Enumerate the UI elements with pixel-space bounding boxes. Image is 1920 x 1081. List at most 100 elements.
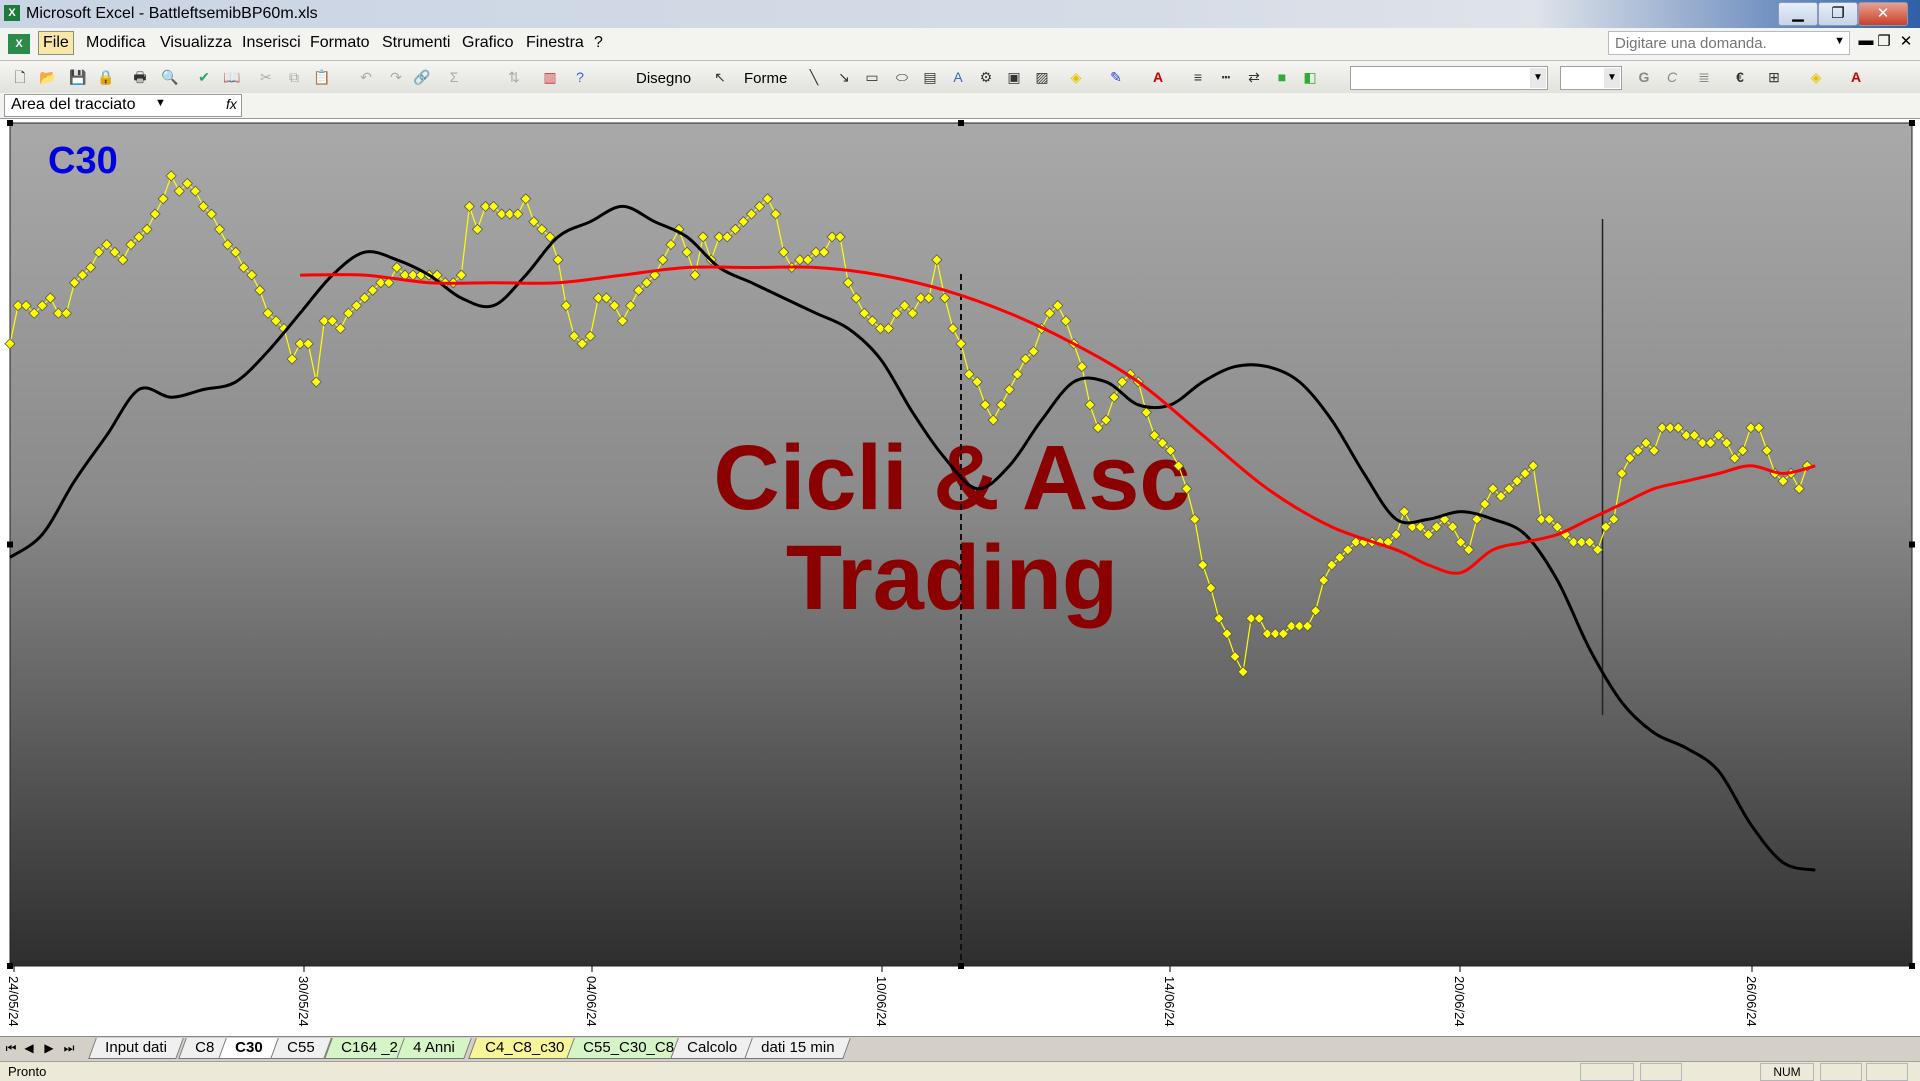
rectangle-icon[interactable]: ▭ [862,67,882,87]
line-color-icon[interactable]: ✎ [1106,67,1126,87]
open-icon[interactable]: 📂 [38,67,58,87]
prev-sheet-button[interactable]: ◀ [22,1041,36,1055]
chart-area[interactable]: Cicli & Asc Trading C30 24/05/24 30/05/24 0… [0,119,1920,1036]
chart-wizard-icon[interactable]: ▥ [540,67,560,87]
last-sheet-button[interactable]: ⏭ [62,1041,76,1056]
cut-icon[interactable]: ✂ [256,67,276,87]
help-icon[interactable]: ? [570,67,590,87]
x-tick-label: 30/05/24 [296,976,311,1027]
research-icon[interactable]: 📖 [222,67,242,87]
menu-file[interactable]: File [38,31,74,55]
align-icon[interactable]: ≣ [1694,67,1714,87]
hyperlink-icon[interactable]: 🔗 [412,67,432,87]
chevron-down-icon[interactable]: ▼ [1530,68,1546,88]
next-sheet-button[interactable]: ▶ [42,1041,56,1055]
print-icon[interactable]: 🖶 [130,67,150,87]
bold-button[interactable]: G [1634,67,1654,87]
chart-title: C30 [48,140,118,182]
new-icon[interactable]: 🗋 [10,67,30,87]
fill-color-icon-2[interactable]: ◈ [1806,67,1826,87]
3d-icon[interactable]: ◧ [1300,67,1320,87]
font-color-icon[interactable]: A [1148,67,1168,87]
status-bar: Pronto NUM [0,1061,1920,1081]
minimize-button[interactable]: ▁ [1778,2,1818,26]
fill-color-icon[interactable]: ◈ [1066,67,1086,87]
copy-icon[interactable]: ⧉ [284,67,304,87]
autosum-icon[interactable]: Σ [444,67,464,87]
chart-svg[interactable]: Cicli & AscTrading C30 24/05/24 30/05/24 0… [0,119,1920,1036]
menu-inserisci[interactable]: Inserisci [242,34,301,52]
menu-strumenti[interactable]: Strumenti [382,34,450,52]
help-search-input[interactable] [1609,32,1827,54]
save-icon[interactable]: 💾 [68,67,88,87]
sheet-tab-label: C4_C8_c30 [485,1039,565,1056]
selection-handle[interactable] [958,963,964,969]
clipart-icon[interactable]: ▣ [1004,67,1024,87]
chevron-down-icon[interactable]: ▼ [1604,68,1620,88]
x-tick-label: 20/06/24 [1452,976,1467,1027]
doc-minimize-button[interactable]: ▬ [1856,32,1876,49]
font-color-icon-2[interactable]: A [1846,67,1866,87]
selection-handle[interactable] [7,963,13,969]
status-panel-empty [1866,1063,1908,1081]
euro-button[interactable]: € [1730,67,1750,87]
excel-icon[interactable]: X [4,5,20,21]
maximize-button[interactable]: ❐ [1818,2,1858,26]
picture-icon[interactable]: ▨ [1032,67,1052,87]
selection-handle[interactable] [7,120,13,126]
menu-grafico[interactable]: Grafico [462,34,514,52]
undo-icon[interactable]: ↶ [356,67,376,87]
sheet-tab[interactable]: C55 [270,1038,332,1059]
textbox-icon[interactable]: ▤ [920,67,940,87]
sheet-tab[interactable]: 4 Anni [396,1038,472,1059]
doc-restore-button[interactable]: ❐ [1874,32,1894,50]
close-button[interactable]: ✕ [1858,2,1908,26]
print-preview-icon[interactable]: 🔍 [160,67,180,87]
help-search-box[interactable]: ▼ [1608,31,1850,55]
italic-button[interactable]: C [1662,67,1682,87]
sheet-tab[interactable]: Input dati [88,1038,184,1059]
status-panel-empty [1640,1063,1682,1081]
redo-icon[interactable]: ↷ [386,67,406,87]
selection-handle[interactable] [1909,541,1915,548]
disegno-menu[interactable]: Disegno [636,70,691,87]
sort-icon[interactable]: ⇅ [504,67,524,87]
diagram-icon[interactable]: ⚙ [976,67,996,87]
permission-icon[interactable]: 🔒 [96,67,116,87]
workbook-icon[interactable]: X [8,34,30,54]
sheet-tab[interactable]: Calcolo [670,1038,754,1059]
selection-handle[interactable] [7,541,13,548]
first-sheet-button[interactable]: ⏮ [4,1041,18,1056]
arrow-style-icon[interactable]: ⇄ [1244,67,1264,87]
font-name-combo[interactable]: ▼ [1350,66,1548,90]
menu-help[interactable]: ? [594,34,603,52]
paste-icon[interactable]: 📋 [312,67,332,87]
font-size-combo[interactable]: ▼ [1560,66,1622,90]
arrow-icon[interactable]: ↘ [834,67,854,87]
forme-menu[interactable]: Forme [744,70,787,87]
selection-handle[interactable] [1909,120,1915,126]
sheet-tab-label: C55 [287,1039,315,1056]
fx-icon[interactable]: fx [226,96,237,112]
chevron-down-icon[interactable]: ▼ [155,97,166,109]
line-style-icon[interactable]: ≡ [1188,67,1208,87]
wordart-icon[interactable]: A [948,67,968,87]
menu-modifica[interactable]: Modifica [86,34,146,52]
oval-icon[interactable]: ⬭ [892,67,912,87]
name-box[interactable]: Area del tracciato ▼ [4,94,242,117]
chevron-down-icon[interactable]: ▼ [1834,35,1845,47]
dash-style-icon[interactable]: ┅ [1216,67,1236,87]
sheet-tab[interactable]: C4_C8_c30 [468,1038,582,1059]
selection-handle[interactable] [1909,963,1915,969]
sheet-tab[interactable]: dati 15 min [744,1038,852,1059]
shadow-icon[interactable]: ■ [1272,67,1292,87]
selection-handle[interactable] [958,120,964,126]
spelling-icon[interactable]: ✔ [194,67,214,87]
menu-visualizza[interactable]: Visualizza [160,34,232,52]
select-pointer-icon[interactable]: ↖ [710,67,730,87]
borders-icon[interactable]: ⊞ [1764,67,1784,87]
menu-formato[interactable]: Formato [310,34,370,52]
menu-finestra[interactable]: Finestra [526,34,584,52]
line-icon[interactable]: ╲ [804,67,824,87]
doc-close-button[interactable]: ✕ [1896,32,1916,50]
